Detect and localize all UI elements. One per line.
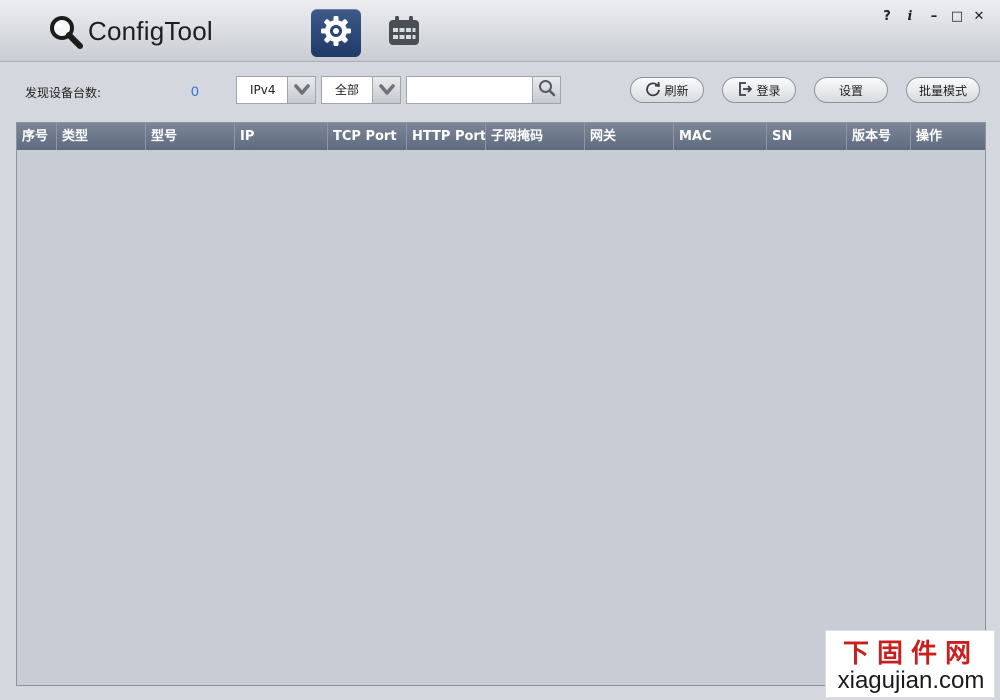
column-header-index[interactable]: 序号	[17, 123, 57, 150]
login-icon	[737, 81, 753, 100]
title-bar: ConfigTool ? i – □ ✕	[0, 0, 1000, 62]
watermark: 下固件网 xiagujian.com	[825, 630, 995, 698]
column-header-type[interactable]: 类型	[57, 123, 146, 150]
chevron-down-icon[interactable]	[287, 77, 315, 103]
minimize-button[interactable]: –	[924, 6, 944, 26]
devices-found-label: 发现设备台数:	[25, 86, 102, 100]
watermark-en: xiagujian.com	[837, 667, 985, 694]
column-header-ip[interactable]: IP	[235, 123, 328, 150]
search-input[interactable]	[407, 77, 532, 103]
info-button[interactable]: i	[900, 6, 920, 26]
ip-version-select[interactable]: IPv4	[236, 76, 316, 104]
login-label: 登录	[756, 83, 781, 98]
devices-found-count: 0	[191, 83, 199, 99]
gear-icon	[319, 14, 353, 52]
search-box	[406, 76, 561, 104]
refresh-label: 刷新	[664, 83, 689, 98]
nav-settings-button[interactable]	[311, 9, 361, 57]
settings-label: 设置	[838, 83, 863, 98]
batch-mode-label: 批量模式	[918, 83, 967, 98]
ip-version-value: IPv4	[250, 83, 276, 97]
batch-mode-button[interactable]: 批量模式	[906, 77, 980, 103]
magnifier-logo-icon	[48, 14, 84, 50]
column-header-subnet-mask[interactable]: 子网掩码	[486, 123, 585, 150]
settings-button[interactable]: 设置	[814, 77, 888, 103]
chevron-down-icon[interactable]	[372, 77, 400, 103]
search-button[interactable]	[532, 77, 560, 103]
app-title: ConfigTool	[88, 16, 213, 46]
column-header-gateway[interactable]: 网关	[585, 123, 674, 150]
filter-select[interactable]: 全部	[321, 76, 401, 104]
column-header-model[interactable]: 型号	[146, 123, 235, 150]
column-header-version[interactable]: 版本号	[847, 123, 911, 150]
calendar-icon	[387, 15, 421, 51]
search-icon	[538, 79, 556, 101]
column-header-operation[interactable]: 操作	[911, 123, 985, 150]
help-button[interactable]: ?	[877, 6, 897, 26]
column-header-http-port[interactable]: HTTP Port	[407, 123, 486, 150]
close-button[interactable]: ✕	[969, 6, 989, 26]
nav-calendar-button[interactable]	[379, 9, 429, 57]
table-header: 序号 类型 型号 IP TCP Port HTTP Port 子网掩码 网关 M…	[17, 123, 985, 150]
watermark-cn: 下固件网	[842, 639, 979, 669]
column-header-tcp-port[interactable]: TCP Port	[328, 123, 407, 150]
login-button[interactable]: 登录	[722, 77, 796, 103]
filter-value: 全部	[335, 83, 360, 97]
refresh-icon	[645, 81, 661, 100]
device-table: 序号 类型 型号 IP TCP Port HTTP Port 子网掩码 网关 M…	[16, 122, 986, 686]
refresh-button[interactable]: 刷新	[630, 77, 704, 103]
column-header-mac[interactable]: MAC	[674, 123, 767, 150]
column-header-sn[interactable]: SN	[767, 123, 847, 150]
maximize-button[interactable]: □	[947, 6, 967, 26]
